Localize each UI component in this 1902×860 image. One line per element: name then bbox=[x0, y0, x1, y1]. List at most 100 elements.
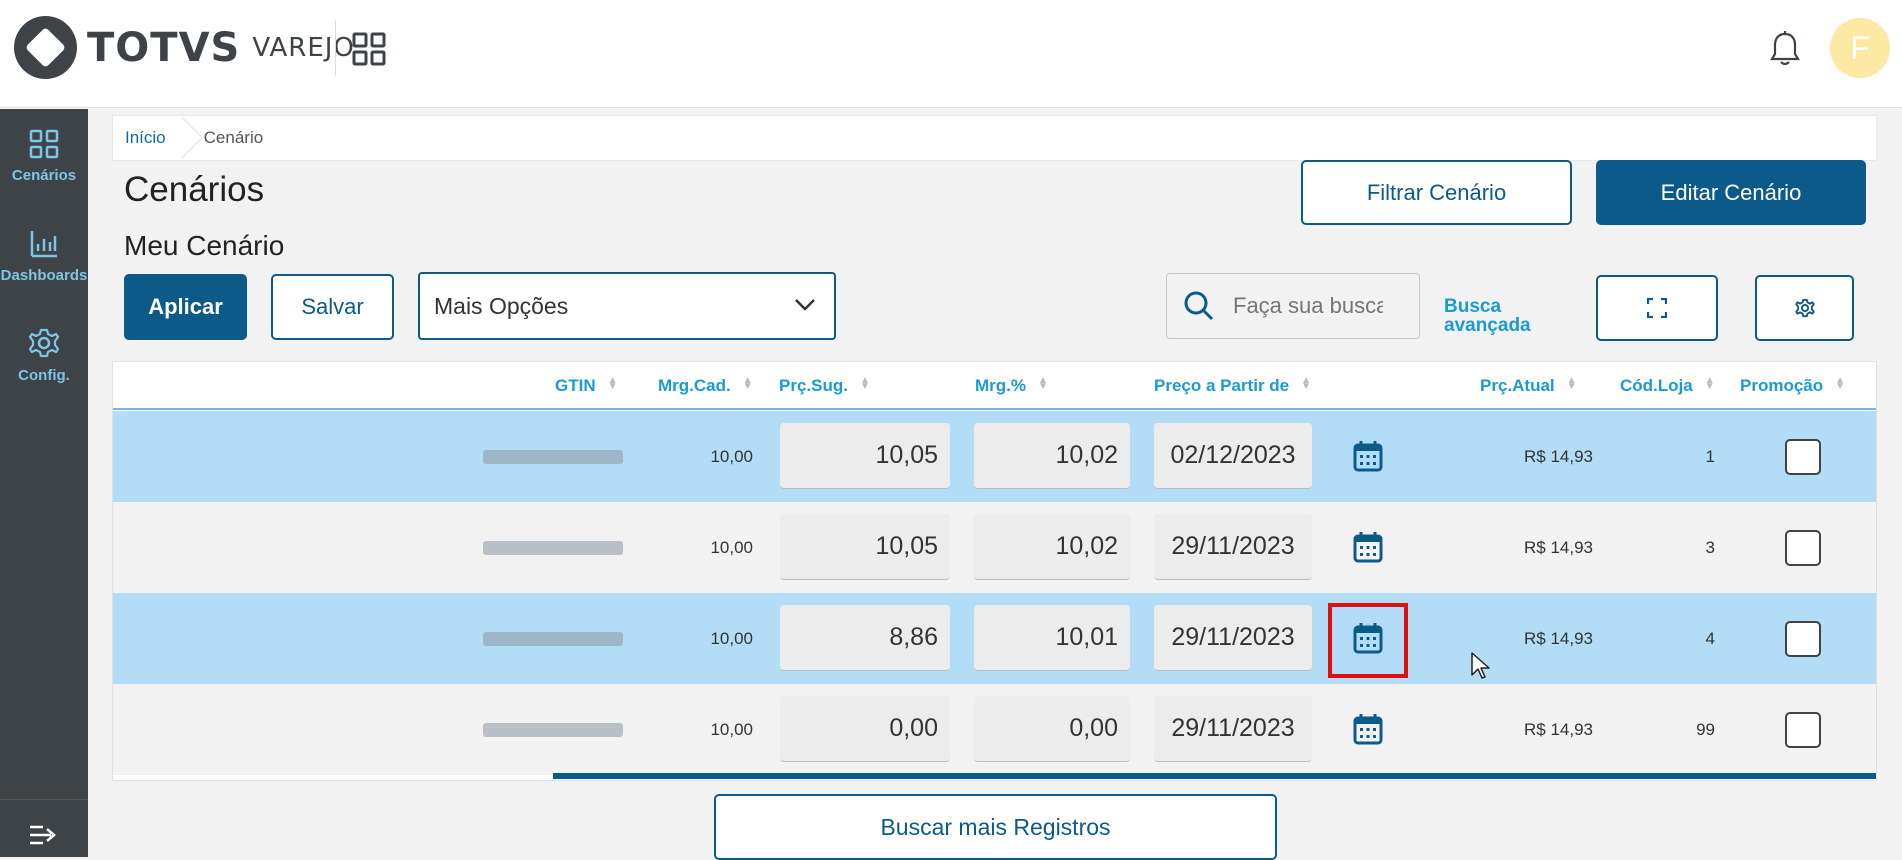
promocao-checkbox[interactable] bbox=[1785, 439, 1821, 475]
search-input[interactable] bbox=[1233, 293, 1383, 319]
prc-sug-input[interactable]: 10,05 bbox=[780, 514, 950, 580]
sort-icon: ▲ ▼ bbox=[1566, 375, 1577, 392]
save-button[interactable]: Salvar bbox=[271, 274, 394, 340]
sort-icon: ▲ ▼ bbox=[859, 375, 870, 392]
brand-sub: VAREJO bbox=[252, 32, 355, 63]
table-row[interactable]: 10,00 8,86 10,01 29/11/2023 R$ 14,93 4 bbox=[113, 593, 1876, 684]
cod-loja-value: 3 bbox=[1705, 538, 1715, 557]
table-row[interactable]: 10,00 10,05 10,02 29/11/2023 R$ 14,93 3 bbox=[113, 502, 1876, 593]
col-prc-atual[interactable]: Prç.Atual ▲ ▼ bbox=[1480, 376, 1577, 396]
search-icon bbox=[1184, 291, 1214, 321]
scenario-table: GTIN ▲ ▼ Mrg.Cad. ▲ ▼ Prç.Sug. ▲ ▼ Mrg.% ▲ ▼ Pre… bbox=[112, 361, 1877, 781]
col-promocao[interactable]: Promoção ▲ ▼ bbox=[1740, 376, 1845, 396]
promocao-checkbox[interactable] bbox=[1785, 712, 1821, 748]
fullscreen-icon bbox=[1647, 298, 1667, 318]
mrg-pct-input[interactable]: 10,02 bbox=[974, 423, 1130, 489]
grid-icon bbox=[29, 129, 59, 159]
prc-atual-value: R$ 14,93 bbox=[1524, 538, 1593, 557]
chevron-down-icon bbox=[795, 299, 815, 311]
sidebar-item-label: Dashboards bbox=[0, 267, 88, 284]
page-title: Cenários bbox=[124, 170, 265, 209]
sort-icon: ▲ ▼ bbox=[607, 375, 618, 392]
apply-button[interactable]: Aplicar bbox=[124, 274, 247, 340]
load-more-button[interactable]: Buscar mais Registros bbox=[714, 794, 1277, 860]
col-prc-sug-label: Prç.Sug. bbox=[779, 376, 848, 395]
mrg-cad-value: 10,00 bbox=[710, 720, 753, 739]
mrg-cad-value: 10,00 bbox=[710, 629, 753, 648]
col-prc-sug[interactable]: Prç.Sug. ▲ ▼ bbox=[779, 376, 870, 396]
sidebar-item-cenarios[interactable]: Cenários bbox=[0, 129, 88, 184]
fullscreen-button[interactable] bbox=[1596, 275, 1718, 341]
sidebar-item-label: Cenários bbox=[11, 167, 77, 184]
gtin-redacted bbox=[483, 632, 623, 646]
col-mrg-pct[interactable]: Mrg.% ▲ ▼ bbox=[975, 376, 1048, 396]
date-input[interactable]: 02/12/2023 bbox=[1154, 423, 1312, 489]
table-row[interactable]: 10,00 0,00 0,00 29/11/2023 R$ 14,93 99 bbox=[113, 684, 1876, 775]
sidebar-item-dashboards[interactable]: Dashboards bbox=[0, 229, 88, 284]
col-cod-loja[interactable]: Cód.Loja ▲ ▼ bbox=[1620, 376, 1715, 396]
promocao-checkbox[interactable] bbox=[1785, 530, 1821, 566]
gtin-redacted bbox=[483, 450, 623, 464]
mrg-pct-input[interactable]: 0,00 bbox=[974, 696, 1130, 762]
col-mrg-cad[interactable]: Mrg.Cad. ▲ ▼ bbox=[658, 376, 753, 396]
date-input[interactable]: 29/11/2023 bbox=[1154, 696, 1312, 762]
horizontal-scrollbar[interactable] bbox=[553, 773, 1876, 779]
breadcrumb-separator bbox=[180, 115, 200, 161]
prc-atual-value: R$ 14,93 bbox=[1524, 629, 1593, 648]
focus-highlight-box bbox=[1328, 603, 1408, 678]
collapse-menu-icon bbox=[30, 825, 56, 845]
col-gtin-label: GTIN bbox=[555, 376, 596, 395]
mouse-cursor-icon bbox=[1471, 652, 1490, 679]
date-input[interactable]: 29/11/2023 bbox=[1154, 514, 1312, 580]
cod-loja-value: 4 bbox=[1705, 629, 1715, 648]
date-input[interactable]: 29/11/2023 bbox=[1154, 605, 1312, 671]
sidebar-item-label: Config. bbox=[18, 367, 70, 384]
sidebar: Cenários Dashboards Config. bbox=[0, 109, 88, 857]
col-mrg-pct-label: Mrg.% bbox=[975, 376, 1026, 395]
mrg-pct-input[interactable]: 10,01 bbox=[974, 605, 1130, 671]
brand-name: TOTVS bbox=[87, 24, 241, 71]
advanced-search-link[interactable]: Busca avançada bbox=[1444, 297, 1531, 335]
col-preco-partir-label: Preço a Partir de bbox=[1154, 376, 1290, 395]
col-preco-partir[interactable]: Preço a Partir de ▲ ▼ bbox=[1154, 376, 1311, 396]
mrg-cad-value: 10,00 bbox=[710, 447, 753, 466]
apps-grid-icon[interactable] bbox=[352, 32, 386, 66]
sort-icon: ▲ ▼ bbox=[1704, 375, 1715, 392]
more-options-select[interactable]: Mais Opções bbox=[418, 272, 836, 340]
mrg-cad-value: 10,00 bbox=[710, 538, 753, 557]
search-box[interactable] bbox=[1166, 273, 1420, 339]
mrg-pct-input[interactable]: 10,02 bbox=[974, 514, 1130, 580]
col-mrg-cad-label: Mrg.Cad. bbox=[658, 376, 731, 395]
prc-atual-value: R$ 14,93 bbox=[1524, 720, 1593, 739]
prc-sug-input[interactable]: 0,00 bbox=[780, 696, 950, 762]
settings-button[interactable] bbox=[1755, 275, 1854, 341]
sort-icon: ▲ ▼ bbox=[1038, 375, 1048, 392]
calendar-icon[interactable] bbox=[1353, 440, 1383, 472]
col-gtin[interactable]: GTIN ▲ ▼ bbox=[555, 376, 618, 396]
advanced-search-line1: Busca bbox=[1444, 296, 1502, 317]
table-header: GTIN ▲ ▼ Mrg.Cad. ▲ ▼ Prç.Sug. ▲ ▼ Mrg.% ▲ ▼ Pre… bbox=[113, 362, 1876, 410]
avatar[interactable]: F bbox=[1830, 18, 1890, 78]
prc-sug-input[interactable]: 10,05 bbox=[780, 423, 950, 489]
promocao-checkbox[interactable] bbox=[1785, 621, 1821, 657]
brand-logo[interactable]: TOTVS VAREJO bbox=[14, 16, 355, 79]
sort-icon: ▲ ▼ bbox=[1835, 375, 1846, 392]
gear-icon bbox=[28, 328, 60, 358]
prc-sug-input[interactable]: 8,86 bbox=[780, 605, 950, 671]
select-value: Mais Opções bbox=[434, 292, 569, 319]
gear-icon bbox=[1794, 298, 1815, 318]
filter-scenario-button[interactable]: Filtrar Cenário bbox=[1301, 160, 1572, 225]
calendar-icon[interactable] bbox=[1353, 531, 1383, 563]
sort-icon: ▲ ▼ bbox=[742, 375, 753, 392]
edit-scenario-button[interactable]: Editar Cenário bbox=[1596, 160, 1866, 225]
top-bar: TOTVS VAREJO F bbox=[0, 0, 1902, 108]
sidebar-item-config[interactable]: Config. bbox=[0, 327, 88, 384]
sidebar-collapse[interactable] bbox=[0, 799, 88, 857]
col-cod-loja-label: Cód.Loja bbox=[1620, 376, 1693, 395]
table-row[interactable]: 10,00 10,05 10,02 02/12/2023 R$ 14,93 1 bbox=[113, 411, 1876, 502]
bell-icon[interactable] bbox=[1768, 30, 1802, 68]
divider bbox=[335, 20, 336, 76]
calendar-icon[interactable] bbox=[1353, 713, 1383, 745]
bar-chart-icon bbox=[30, 231, 57, 258]
breadcrumb-home[interactable]: Início bbox=[125, 128, 166, 148]
